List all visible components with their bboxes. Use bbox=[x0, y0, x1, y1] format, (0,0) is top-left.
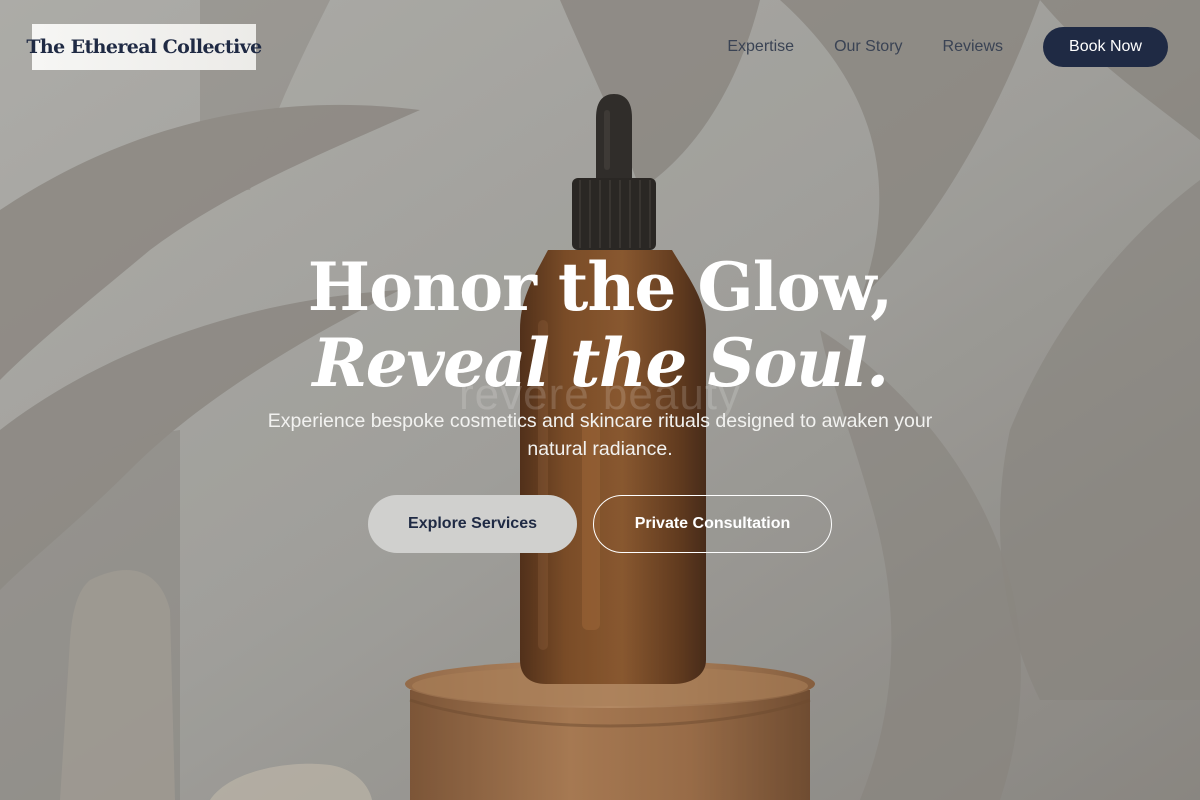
nav-link-reviews[interactable]: Reviews bbox=[943, 38, 1003, 56]
brand-logo[interactable]: The Ethereal Collective bbox=[26, 24, 262, 70]
headline-line-1: Honor the Glow, bbox=[307, 248, 893, 326]
hero-headline: Honor the Glow, Reveal the Soul. bbox=[0, 248, 1200, 400]
top-navigation: Expertise Our Story Reviews Book Now bbox=[727, 27, 1168, 67]
headline-line-2: Reveal the Soul. bbox=[312, 324, 889, 402]
explore-services-button[interactable]: Explore Services bbox=[368, 495, 577, 553]
nav-link-our-story[interactable]: Our Story bbox=[834, 38, 902, 56]
book-now-button[interactable]: Book Now bbox=[1043, 27, 1168, 67]
hero-subtitle: Experience bespoke cosmetics and skincar… bbox=[267, 410, 933, 460]
nav-link-expertise[interactable]: Expertise bbox=[727, 38, 794, 56]
private-consultation-button[interactable]: Private Consultation bbox=[593, 495, 832, 553]
brand-name: The Ethereal Collective bbox=[26, 36, 262, 58]
